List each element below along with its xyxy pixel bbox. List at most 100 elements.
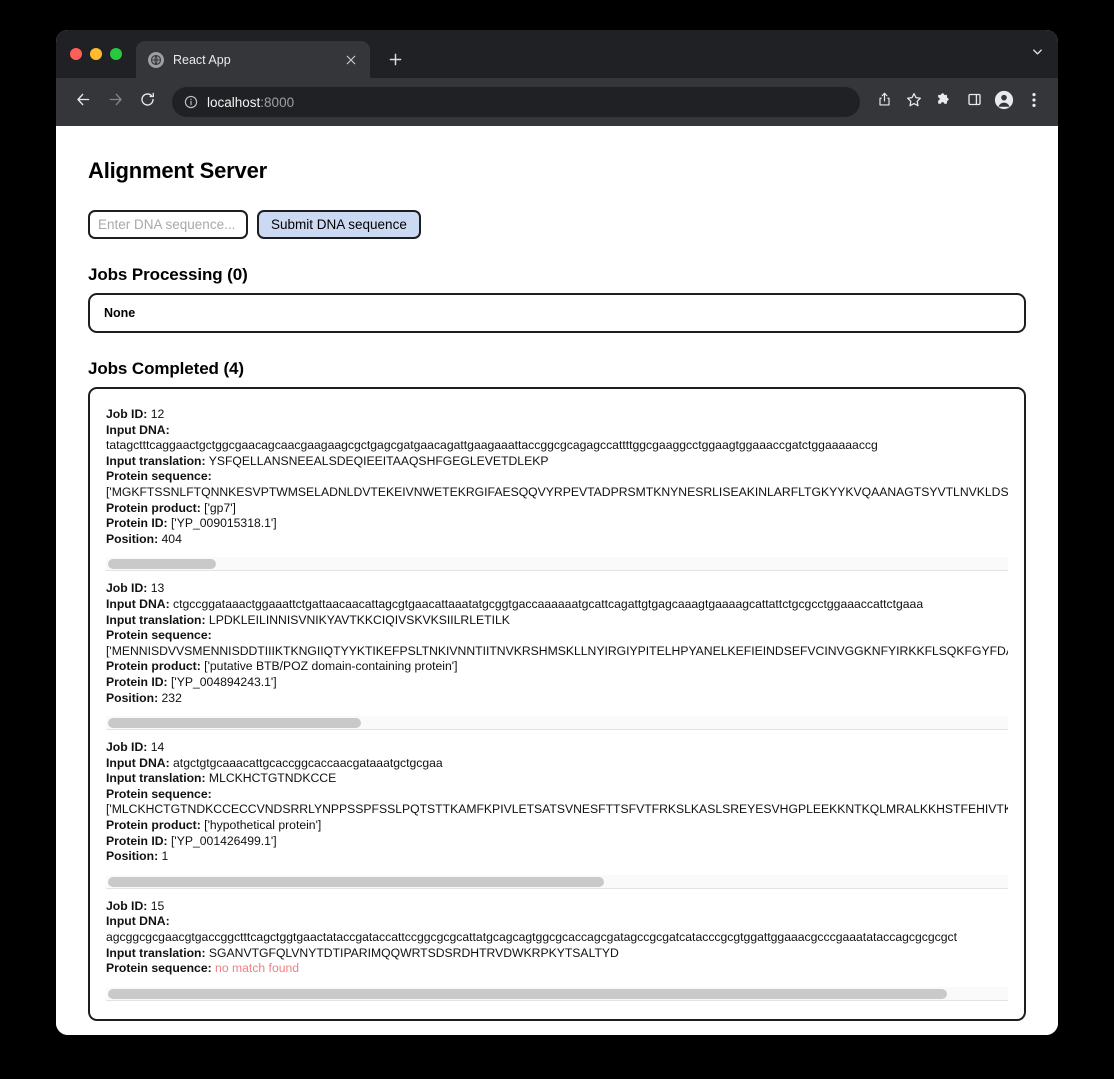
job-horizontal-scrollbar[interactable] [106, 874, 1008, 889]
protein-sequence-label: Protein sequence: [106, 628, 212, 643]
dna-sequence-input[interactable] [88, 210, 248, 239]
protein-sequence: Protein sequence: [106, 787, 1008, 803]
protein-sequence: Protein sequence: [106, 469, 1008, 485]
puzzle-icon [936, 92, 952, 113]
close-window-button[interactable] [70, 48, 82, 60]
job-card: Job ID: 14 Input DNA: atgctgtgcaaacattgca… [98, 730, 1016, 889]
protein-sequence-value: ['MENNISDVVSMENNISDDTIIIKTKNGIIQTYYKTIKE… [106, 643, 1008, 658]
job-horizontal-scrollbar[interactable] [106, 986, 1008, 1001]
close-icon[interactable] [342, 51, 360, 69]
protein-product-value: ['putative BTB/POZ domain-containing pro… [200, 659, 458, 674]
input-translation: Input translation: MLCKHCTGTNDKCCE [106, 771, 1008, 787]
browser-menu-button[interactable] [1020, 88, 1048, 116]
extensions-button[interactable] [930, 88, 958, 116]
input-translation: Input translation: LPDKLEILINNISVNIKYAVT… [106, 613, 1008, 629]
protein-product-value: ['gp7'] [200, 500, 236, 515]
job-card: Job ID: 15 Input DNA: agcggcgcgaacgtgaccgg… [98, 889, 1016, 1001]
share-icon [877, 92, 892, 112]
jobs-completed-panel[interactable]: Job ID: 12 Input DNA: tatagctttcaggaactgct… [88, 387, 1026, 1021]
profile-button[interactable] [990, 88, 1018, 116]
job-id-label: Job ID: [106, 407, 148, 421]
input-dna: Input DNA: atgctgtgcaaacattgcaccggcaccaa… [106, 756, 1008, 772]
job-horizontal-scrollbar[interactable] [106, 716, 1008, 731]
protein-sequence-label: Protein sequence: [106, 469, 212, 484]
job-horizontal-scrollbar-thumb[interactable] [108, 876, 605, 887]
protein-id-label: Protein ID: [106, 833, 168, 848]
jobs-processing-empty-text: None [104, 306, 136, 320]
protein-sequence-label: Protein sequence: [106, 786, 212, 801]
protein-product-label: Protein product: [106, 500, 201, 515]
protein-sequence-value: ['MLCKHCTGTNDKCCECCVNDSRRLYNPPSSPFSSLPQT… [106, 802, 1008, 817]
reload-button[interactable] [132, 87, 162, 117]
position-value: 404 [158, 531, 182, 546]
protein-sequence: Protein sequence: no match found [106, 961, 1008, 977]
jobs-processing-heading: Jobs Processing (0) [88, 265, 248, 284]
protein-id: Protein ID: ['YP_001426499.1'] [106, 834, 1008, 850]
url-host: localhost [207, 94, 261, 110]
share-button[interactable] [870, 88, 898, 116]
star-icon [906, 92, 922, 113]
job-id: Job ID: 14 [106, 740, 1008, 756]
protein-sequence: Protein sequence: [106, 628, 1008, 644]
position: Position: 1 [106, 849, 1008, 865]
input-translation-value: SGANVTGFQLVNYTDTIPARIMQQWRTSDSRDHTRVDWKR… [205, 945, 619, 960]
position-value: 232 [158, 690, 182, 705]
address-bar-text: localhost:8000 [207, 95, 294, 110]
protein-id-label: Protein ID: [106, 674, 168, 689]
protein-product-value: ['hypothetical protein'] [200, 818, 322, 833]
protein-product: Protein product: ['putative BTB/POZ doma… [106, 659, 1008, 675]
browser-tab-strip: React App [56, 30, 1058, 78]
bookmark-button[interactable] [900, 88, 928, 116]
side-panel-button[interactable] [960, 88, 988, 116]
job-id: Job ID: 15 [106, 899, 1008, 915]
job-id-value: 12 [147, 407, 165, 421]
input-dna-label: Input DNA: [106, 755, 170, 770]
position-value: 1 [158, 849, 169, 864]
input-translation-label: Input translation: [106, 945, 206, 960]
job-horizontal-scrollbar-thumb[interactable] [108, 718, 361, 729]
position-label: Position: [106, 849, 159, 864]
job-card: Job ID: 12 Input DNA: tatagctttcaggaactgct… [98, 397, 1016, 572]
protein-sequence-label: Protein sequence: [106, 961, 212, 976]
back-button[interactable] [68, 87, 98, 117]
browser-window: React App localhost:8000 Alignment Serve… [56, 30, 1058, 1035]
input-translation: Input translation: YSFQELLANSNEEALSDEQIE… [106, 454, 1008, 470]
jobs-completed-heading: Jobs Completed (4) [88, 359, 244, 378]
input-dna-label: Input DNA: [106, 914, 170, 929]
side-panel-icon [967, 92, 982, 112]
reload-icon [139, 91, 156, 113]
maximize-window-button[interactable] [110, 48, 122, 60]
info-circle-icon[interactable] [184, 95, 198, 109]
job-card: Job ID: 13 Input DNA: ctgccggataaactggaaa… [98, 571, 1016, 731]
job-horizontal-scrollbar-thumb[interactable] [108, 988, 947, 999]
plus-icon[interactable] [380, 44, 410, 74]
protein-sequence-value: ['MGKFTSSNLFTQNNKESVPTWMSELADNLDVTEKEIVN… [106, 484, 1008, 499]
protein-product-label: Protein product: [106, 818, 201, 833]
browser-toolbar: localhost:8000 [56, 78, 1058, 126]
position-label: Position: [106, 531, 159, 546]
input-dna-value: agcggcgcgaacgtgaccggctttcagctggtgaactata… [106, 930, 957, 945]
forward-button[interactable] [100, 87, 130, 117]
protein-product: Protein product: ['gp7'] [106, 501, 1008, 517]
submit-dna-sequence-button[interactable]: Submit DNA sequence [257, 210, 421, 239]
three-dot-menu-icon [1032, 92, 1036, 113]
position: Position: 232 [106, 691, 1008, 707]
tab-title: React App [173, 52, 231, 67]
job-horizontal-scrollbar[interactable] [106, 557, 1008, 572]
job-id: Job ID: 13 [106, 581, 1008, 597]
protein-id: Protein ID: ['YP_009015318.1'] [106, 516, 1008, 532]
input-dna-label: Input DNA: [106, 422, 170, 437]
input-translation: Input translation: SGANVTGFQLVNYTDTIPARI… [106, 946, 1008, 962]
job-id: Job ID: 12 [106, 407, 1008, 423]
protein-id-value: ['YP_004894243.1'] [167, 674, 277, 689]
tab-list-chevron[interactable] [1031, 30, 1058, 78]
input-dna-value: ctgccggataaactggaaattctgattaacaacattagcg… [169, 596, 924, 611]
jobs-list: Job ID: 12 Input DNA: tatagctttcaggaactgct… [98, 397, 1016, 1001]
browser-tab[interactable]: React App [136, 41, 370, 78]
job-horizontal-scrollbar-thumb[interactable] [108, 559, 217, 570]
job-id-label: Job ID: [106, 740, 148, 755]
address-bar[interactable]: localhost:8000 [172, 87, 860, 117]
job-id-value: 13 [147, 581, 165, 596]
input-translation-label: Input translation: [106, 612, 206, 627]
minimize-window-button[interactable] [90, 48, 102, 60]
